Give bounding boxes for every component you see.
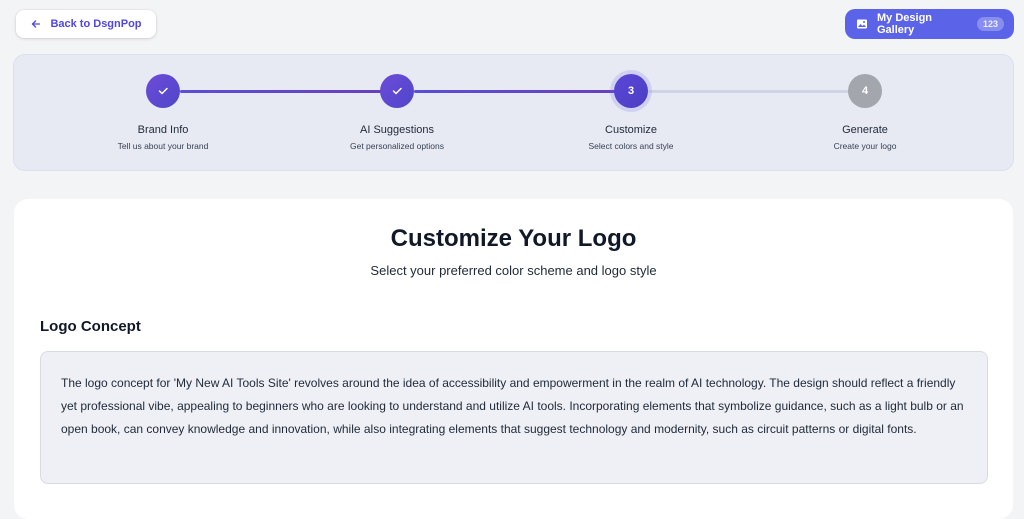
logo-concept-text: The logo concept for 'My New AI Tools Si… xyxy=(40,351,988,484)
step-customize[interactable]: 3 Customize Select colors and style xyxy=(521,55,741,151)
step-1-subtitle: Tell us about your brand xyxy=(117,141,209,151)
step-4-title: Generate xyxy=(842,124,888,136)
step-3-circle: 3 xyxy=(614,74,648,108)
top-bar: Back to DsgnPop My Design Gallery 123 xyxy=(0,0,1024,48)
arrow-left-icon xyxy=(30,18,42,30)
check-icon xyxy=(157,85,169,97)
step-ai-suggestions[interactable]: AI Suggestions Get personalized options xyxy=(287,55,507,151)
step-4-subtitle: Create your logo xyxy=(833,141,897,151)
design-gallery-button[interactable]: My Design Gallery 123 xyxy=(845,9,1014,39)
step-generate[interactable]: 4 Generate Create your logo xyxy=(755,55,975,151)
back-button-label: Back to DsgnPop xyxy=(50,18,142,30)
step-3-subtitle: Select colors and style xyxy=(588,141,674,151)
page-subtitle: Select your preferred color scheme and l… xyxy=(370,263,657,278)
step-1-circle xyxy=(146,74,180,108)
step-brand-info[interactable]: Brand Info Tell us about your brand xyxy=(53,55,273,151)
check-icon xyxy=(391,85,403,97)
progress-stepper: Brand Info Tell us about your brand AI S… xyxy=(13,54,1014,171)
step-2-subtitle: Get personalized options xyxy=(349,141,445,151)
back-button[interactable]: Back to DsgnPop xyxy=(16,10,156,38)
logo-concept-heading: Logo Concept xyxy=(40,318,141,335)
design-gallery-label: My Design Gallery xyxy=(877,12,933,36)
gallery-count-badge: 123 xyxy=(976,17,1004,31)
step-1-title: Brand Info xyxy=(137,124,189,136)
step-2-title: AI Suggestions xyxy=(360,124,434,136)
page-title: Customize Your Logo xyxy=(390,225,637,252)
customize-card: Customize Your Logo Select your preferre… xyxy=(14,199,1013,519)
image-icon xyxy=(856,18,868,30)
step-4-circle: 4 xyxy=(848,74,882,108)
step-3-title: Customize xyxy=(605,124,657,136)
step-2-circle xyxy=(380,74,414,108)
